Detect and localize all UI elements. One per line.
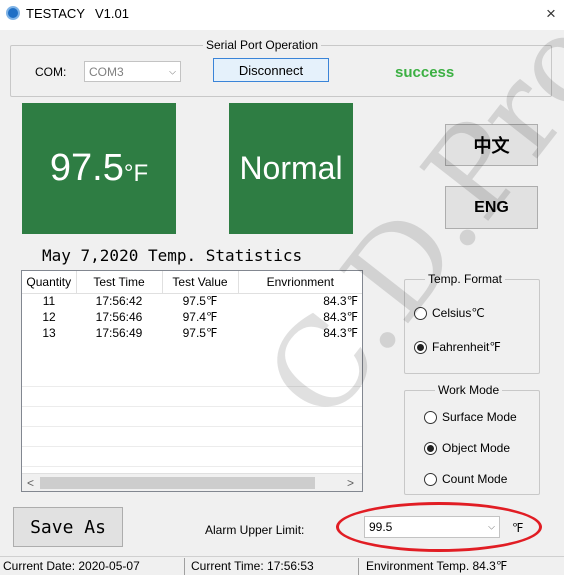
table-row[interactable]: 13 17:56:49 97.5℉ 84.3℉ (22, 325, 362, 341)
table-row[interactable]: 11 17:56:42 97.5℉ 84.3℉ (22, 293, 362, 309)
celsius-label: Celsius℃ (432, 306, 485, 320)
status-separator (358, 558, 359, 575)
celsius-radio[interactable]: Celsius℃ (414, 306, 485, 320)
count-mode-radio[interactable]: Count Mode (424, 472, 507, 486)
temp-format-group: Temp. Format (404, 272, 540, 374)
save-as-label: Save As (30, 516, 106, 538)
current-date: Current Date: 2020-05-07 (3, 559, 140, 573)
save-as-button[interactable]: Save As (13, 507, 123, 547)
close-icon[interactable]: × (546, 4, 556, 24)
com-port-select[interactable]: COM3 ⌵ (84, 61, 181, 82)
app-version: V1.01 (95, 6, 129, 21)
horizontal-scrollbar[interactable]: < > (22, 473, 362, 491)
scrollbar-thumb[interactable] (40, 477, 315, 489)
table-row[interactable]: 12 17:56:46 97.4℉ 84.3℉ (22, 309, 362, 325)
scroll-right-icon[interactable]: > (347, 476, 354, 490)
chevron-down-icon: ⌵ (169, 66, 176, 76)
statistics-table[interactable]: Quantity Test Time Test Value Envrionmen… (21, 270, 363, 492)
work-mode-label: Work Mode (435, 383, 503, 397)
cell-test-value: 97.4℉ (182, 310, 218, 324)
surface-mode-label: Surface Mode (442, 410, 517, 424)
cell-quantity: 11 (42, 294, 56, 309)
chinese-button[interactable]: 中文 (445, 124, 538, 166)
highlight-ellipse (336, 502, 542, 552)
cell-environment: 84.3℉ (323, 310, 358, 324)
status-separator (184, 558, 185, 575)
temperature-display: 97.5 °F (22, 103, 176, 234)
radio-unchecked-icon (424, 472, 437, 486)
surface-mode-radio[interactable]: Surface Mode (424, 410, 517, 424)
cell-quantity: 13 (42, 326, 56, 340)
object-mode-radio[interactable]: Object Mode (424, 441, 510, 455)
fahrenheit-radio[interactable]: Fahrenheit℉ (414, 340, 501, 354)
scroll-left-icon[interactable]: < (27, 476, 34, 490)
disconnect-button[interactable]: Disconnect (213, 58, 329, 82)
cell-environment: 84.3℉ (323, 294, 358, 309)
radio-checked-icon (414, 340, 427, 354)
cell-test-value: 97.5℉ (182, 326, 218, 340)
app-title: TESTACY (26, 6, 85, 21)
com-label: COM: (35, 65, 67, 79)
radio-unchecked-icon (424, 410, 437, 424)
temp-format-label: Temp. Format (425, 272, 506, 286)
connection-status: success (395, 64, 455, 81)
column-header-test-value[interactable]: Test Value (162, 271, 239, 294)
serial-port-group-label: Serial Port Operation (203, 38, 322, 52)
cell-test-time: 17:56:42 (95, 294, 143, 309)
status-bar: Current Date: 2020-05-07 Current Time: 1… (0, 556, 564, 575)
cell-test-time: 17:56:49 (95, 326, 143, 340)
column-header-quantity[interactable]: Quantity (22, 271, 77, 294)
temperature-value: 97.5 (49, 147, 124, 189)
english-label: ENG (474, 198, 509, 216)
environment-temp: Environment Temp. 84.3℉ (366, 559, 508, 573)
english-button[interactable]: ENG (445, 186, 538, 229)
cell-environment: 84.3℉ (323, 326, 358, 340)
table-grid-lines (22, 367, 362, 467)
object-mode-label: Object Mode (442, 441, 511, 455)
cell-test-time: 17:56:46 (95, 310, 143, 324)
radio-unchecked-icon (414, 306, 427, 320)
temperature-unit: °F (123, 159, 149, 187)
count-mode-label: Count Mode (442, 472, 508, 486)
cell-test-value: 97.5℉ (182, 294, 218, 309)
com-port-value: COM3 (89, 64, 124, 79)
title-bar: TESTACY V1.01 × (0, 0, 564, 30)
status-display: Normal (229, 103, 353, 234)
fahrenheit-label: Fahrenheit℉ (432, 340, 501, 354)
cell-quantity: 12 (42, 310, 56, 324)
table-header-row: Quantity Test Time Test Value Envrionmen… (22, 271, 362, 294)
disconnect-label: Disconnect (238, 62, 304, 78)
column-header-test-time[interactable]: Test Time (76, 271, 163, 294)
status-value: Normal (239, 150, 343, 186)
chinese-label: 中文 (473, 136, 510, 156)
column-header-environment[interactable]: Envrionment (238, 271, 362, 294)
alarm-limit-label: Alarm Upper Limit: (205, 523, 305, 537)
statistics-grid: Quantity Test Time Test Value Envrionmen… (22, 271, 362, 341)
app-logo-icon (6, 6, 20, 20)
statistics-title: May 7,2020 Temp. Statistics (42, 246, 303, 265)
current-time: Current Time: 17:56:53 (191, 559, 314, 573)
radio-checked-icon (424, 441, 437, 455)
